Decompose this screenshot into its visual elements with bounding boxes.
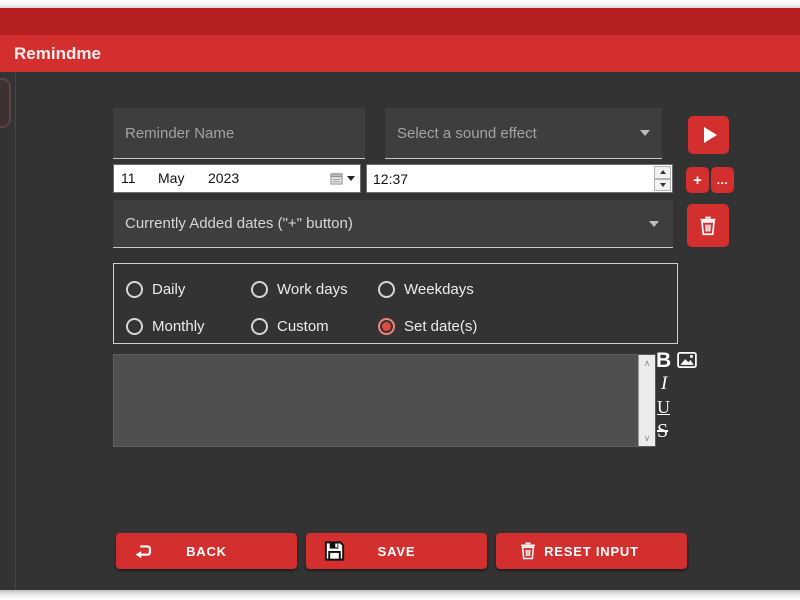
- time-input[interactable]: [367, 165, 647, 192]
- radio-icon: [126, 280, 143, 298]
- trash-icon: [700, 216, 716, 235]
- radio-label: Weekdays: [404, 280, 474, 298]
- chevron-down-icon: [347, 176, 355, 181]
- radio-work-days[interactable]: Work days: [251, 277, 348, 301]
- titlebar-accent: [0, 8, 800, 35]
- scroll-down-icon[interactable]: ∨: [639, 432, 655, 444]
- date-year-segment[interactable]: 2023: [208, 165, 239, 192]
- radio-icon: [378, 280, 395, 298]
- radio-label: Custom: [277, 317, 329, 335]
- note-area: ∧ ∨: [113, 354, 656, 447]
- date-dropdown-control[interactable]: [330, 165, 355, 192]
- date-picker[interactable]: 11 May 2023: [113, 164, 361, 193]
- back-icon: [133, 540, 155, 562]
- radio-label: Monthly: [152, 317, 205, 335]
- arrow-up-icon: [659, 170, 666, 175]
- chevron-down-icon: [640, 130, 650, 136]
- reminder-name-field[interactable]: [113, 108, 365, 159]
- radio-monthly[interactable]: Monthly: [126, 314, 205, 338]
- added-dates-dropdown[interactable]: Currently Added dates ("+" button): [113, 200, 673, 248]
- reminder-name-input[interactable]: [113, 108, 365, 158]
- sound-effect-dropdown[interactable]: Select a sound effect: [385, 108, 662, 159]
- spinner-down-button[interactable]: [654, 178, 671, 191]
- radio-daily[interactable]: Daily: [126, 277, 185, 301]
- radio-icon: [251, 317, 268, 335]
- delete-date-button[interactable]: [687, 204, 729, 247]
- trash-icon: [518, 541, 538, 561]
- reset-input-button[interactable]: RESET INPUT: [496, 533, 687, 569]
- more-options-button[interactable]: ...: [711, 167, 734, 193]
- radio-icon: [378, 317, 395, 335]
- italic-button[interactable]: I: [661, 373, 667, 395]
- sound-effect-placeholder: Select a sound effect: [397, 124, 537, 142]
- page-title: Remindme: [14, 44, 101, 63]
- radio-weekdays[interactable]: Weekdays: [378, 277, 474, 301]
- remindme-window: Remindme Select a sound effect 11 May 20…: [0, 0, 800, 600]
- save-button[interactable]: SAVE: [306, 533, 487, 569]
- radio-label: Work days: [277, 280, 348, 298]
- add-date-button[interactable]: +: [686, 167, 709, 193]
- strikethrough-button[interactable]: S: [657, 420, 668, 443]
- recurrence-group: Daily Work days Weekdays Monthly Custom …: [113, 263, 678, 344]
- radio-label: Set date(s): [404, 317, 478, 335]
- date-day-segment[interactable]: 11: [121, 165, 136, 192]
- bold-button[interactable]: B: [656, 349, 671, 373]
- radio-label: Daily: [152, 280, 186, 298]
- date-month-segment[interactable]: May: [158, 165, 184, 192]
- save-icon: [323, 540, 346, 563]
- radio-icon: [251, 280, 268, 298]
- play-icon: [703, 127, 717, 143]
- side-tab-handle[interactable]: [0, 78, 11, 128]
- calendar-icon: [330, 173, 343, 185]
- play-sound-button[interactable]: [688, 116, 729, 154]
- time-picker[interactable]: [366, 164, 673, 193]
- radio-set-dates[interactable]: Set date(s): [378, 314, 477, 338]
- added-dates-label: Currently Added dates ("+" button): [125, 215, 353, 232]
- radio-icon: [126, 317, 143, 335]
- titlebar: Remindme: [0, 35, 800, 72]
- back-button[interactable]: BACK: [116, 533, 297, 569]
- note-textarea[interactable]: [114, 355, 638, 446]
- arrow-down-icon: [659, 182, 666, 187]
- chevron-down-icon: [649, 220, 659, 227]
- underline-button[interactable]: U: [657, 397, 670, 418]
- scroll-up-icon[interactable]: ∧: [639, 357, 655, 369]
- image-icon: [677, 352, 697, 368]
- spinner-up-button[interactable]: [654, 166, 671, 179]
- insert-image-button[interactable]: [677, 352, 697, 373]
- note-scrollbar[interactable]: ∧ ∨: [638, 355, 655, 446]
- left-divider: [15, 72, 16, 590]
- time-spinner: [654, 166, 671, 191]
- radio-custom[interactable]: Custom: [251, 314, 329, 338]
- window-top-edge: [0, 0, 800, 8]
- window-bottom-edge: [0, 590, 800, 600]
